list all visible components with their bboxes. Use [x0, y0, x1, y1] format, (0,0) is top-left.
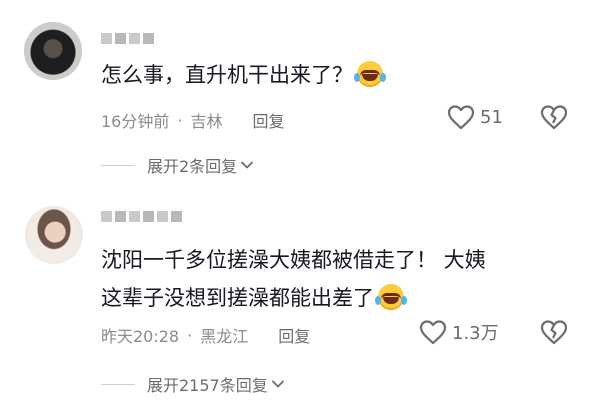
heart-outline-icon — [419, 320, 447, 345]
username-blurred[interactable] — [101, 30, 154, 48]
like-button[interactable]: 51 — [447, 104, 503, 130]
reply-button[interactable]: 回复 — [252, 108, 284, 132]
separator-dot: · — [187, 325, 193, 345]
laughing-tears-emoji-icon — [354, 61, 386, 87]
comment-item: 怎么事，直升机干出来了？ 16分钟前 · 吉林 回复 51 展开2条回复 — [0, 0, 600, 200]
comment-text: 怎么事，直升机干出来了？ — [101, 56, 386, 94]
chevron-down-icon — [241, 161, 254, 169]
like-button[interactable]: 1.3万 — [419, 319, 499, 345]
comment-location: 黑龙江 — [200, 327, 249, 346]
comment-text-line: 这辈子没想到搓澡都能出差了 — [101, 286, 374, 310]
comment-time: 16分钟前 — [101, 112, 170, 131]
expand-replies-label: 展开2条回复 — [147, 157, 238, 176]
comment-time: 昨天20:28 — [101, 327, 180, 346]
divider-line — [101, 383, 135, 385]
separator-dot: · — [177, 110, 183, 130]
comment-meta: 16分钟前 · 吉林 回复 — [101, 108, 285, 132]
like-count: 51 — [480, 106, 503, 128]
comment-text-line-2: 这辈子没想到搓澡都能出差了 — [101, 279, 486, 317]
dislike-button[interactable] — [540, 104, 568, 134]
dislike-button[interactable] — [540, 319, 568, 349]
avatar[interactable] — [25, 206, 83, 264]
heart-outline-icon — [447, 105, 475, 130]
laughing-tears-emoji-icon — [375, 284, 407, 310]
comment-text: 沈阳一千多位搓澡大姨都被借走了！ 大姨 这辈子没想到搓澡都能出差了 — [101, 241, 486, 317]
avatar[interactable] — [24, 22, 82, 80]
comment-location: 吉林 — [190, 112, 223, 131]
comment-meta: 昨天20:28 · 黑龙江 回复 — [101, 323, 310, 347]
expand-replies-button[interactable]: 展开2条回复 — [101, 153, 254, 177]
comment-text-line: 沈阳一千多位搓澡大姨都被借走了！ 大姨 — [101, 248, 486, 272]
expand-replies-label: 展开2157条回复 — [147, 376, 268, 395]
broken-heart-icon — [540, 320, 568, 345]
username-blurred[interactable] — [101, 208, 182, 226]
comment-text-line: 怎么事，直升机干出来了？ — [101, 63, 353, 87]
divider-line — [101, 164, 135, 166]
reply-button[interactable]: 回复 — [278, 323, 310, 347]
broken-heart-icon — [540, 105, 568, 130]
like-count: 1.3万 — [452, 323, 499, 344]
chevron-down-icon — [271, 380, 284, 388]
expand-replies-button[interactable]: 展开2157条回复 — [101, 372, 285, 396]
